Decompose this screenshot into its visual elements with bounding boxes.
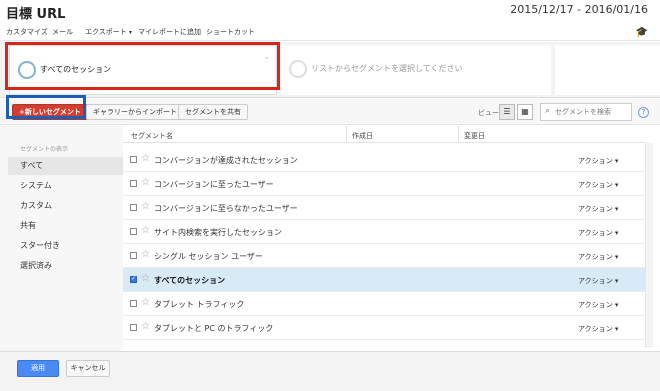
share-segment-button[interactable]: セグメントを共有 [178, 104, 248, 120]
sidebar-heading: セグメントの表示 [20, 146, 69, 153]
segment-filter-sidebar: セグメントの表示 すべて システム カスタム 共有 スター付き 選択済み [0, 126, 123, 351]
row-action-menu[interactable]: アクション ▾ [578, 252, 618, 262]
star-icon[interactable]: ☆ [141, 297, 150, 308]
segment-row-name: コンバージョンに至らなかったユーザー [154, 204, 298, 213]
table-row[interactable]: ☆ シングル セッション ユーザー アクション ▾ [123, 244, 645, 268]
segment-table: セグメント名 作成日 変更日 ☆ コンバージョンが達成されたセッション アクショ… [123, 126, 645, 351]
graduation-cap-icon[interactable]: 🎓 [636, 27, 648, 38]
segment-search-input[interactable] [555, 106, 629, 118]
segment-circle-icon [289, 60, 307, 78]
dialog-footer: 適用 キャンセル [0, 351, 660, 391]
row-checkbox[interactable] [130, 324, 137, 331]
segment-row-name: コンバージョンに至ったユーザー [154, 180, 274, 189]
column-header-name[interactable]: セグメント名 [131, 131, 173, 141]
shortcut-link[interactable]: ショートカット [206, 27, 255, 37]
cancel-button[interactable]: キャンセル [66, 360, 110, 377]
customize-link[interactable]: カスタマイズ [6, 27, 48, 37]
row-checkbox[interactable] [130, 204, 137, 211]
table-row[interactable]: ☆ タブレットと PC のトラフィック アクション ▾ [123, 316, 645, 340]
table-row-selected[interactable]: ☆ すべてのセッション アクション ▾ [123, 268, 645, 292]
new-segment-button[interactable]: +新しいセグメント [12, 104, 88, 120]
row-checkbox[interactable] [130, 228, 137, 235]
row-checkbox-checked[interactable] [130, 275, 137, 283]
star-icon[interactable]: ☆ [141, 273, 150, 284]
page-title: 目標 URL [6, 7, 66, 22]
sidebar-item-all[interactable]: すべて [8, 157, 123, 175]
apply-button[interactable]: 適用 [17, 360, 59, 377]
chevron-down-icon: ▾ [129, 29, 133, 36]
segment-card-empty[interactable]: リストからセグメントを選択してください [281, 45, 551, 95]
chevron-down-icon[interactable]: ⌄ [263, 52, 270, 61]
report-toolbar: カスタマイズ メール エクスポート ▾ マイレポートに追加 ショートカット 🎓 [0, 25, 660, 41]
segment-actions-bar: +新しいセグメント ギャラリーからインポート セグメントを共有 ビュー ☰ ▦ … [0, 99, 660, 125]
table-row[interactable]: ☆ コンバージョンに至ったユーザー アクション ▾ [123, 172, 645, 196]
star-icon[interactable]: ☆ [141, 153, 150, 164]
segment-circle-icon [18, 61, 36, 79]
row-action-menu[interactable]: アクション ▾ [578, 228, 618, 238]
row-action-menu[interactable]: アクション ▾ [578, 300, 618, 310]
row-action-menu[interactable]: アクション ▾ [578, 180, 618, 190]
report-header: 目標 URL 2015/12/17 - 2016/01/16 [0, 0, 660, 22]
segment-row-name: タブレットと PC のトラフィック [154, 324, 274, 333]
table-row[interactable]: ☆ サイト内検索を実行したセッション アクション ▾ [123, 220, 645, 244]
row-action-menu[interactable]: アクション ▾ [578, 204, 618, 214]
table-row[interactable]: ☆ コンバージョンに至らなかったユーザー アクション ▾ [123, 196, 645, 220]
import-gallery-button[interactable]: ギャラリーからインポート [86, 104, 184, 120]
add-to-dashboard-link[interactable]: マイレポートに追加 [138, 27, 201, 37]
segment-search-box[interactable]: ⌕ [540, 103, 632, 121]
segment-row-name: すべてのセッション [154, 276, 226, 285]
row-action-menu[interactable]: アクション ▾ [578, 276, 618, 286]
view-label: ビュー [478, 109, 499, 117]
segment-row-name: コンバージョンが達成されたセッション [154, 156, 298, 165]
row-checkbox[interactable] [130, 252, 137, 259]
table-row[interactable]: ☆ タブレット トラフィック アクション ▾ [123, 292, 645, 316]
row-action-menu[interactable]: アクション ▾ [578, 324, 618, 334]
sidebar-item-starred[interactable]: スター付き [8, 237, 123, 255]
column-divider [458, 126, 459, 143]
star-icon[interactable]: ☆ [141, 177, 150, 188]
segment-row-name: タブレット トラフィック [154, 300, 245, 309]
row-checkbox[interactable] [130, 156, 137, 163]
table-row[interactable]: ☆ コンバージョンが達成されたセッション アクション ▾ [123, 148, 645, 172]
row-checkbox[interactable] [130, 300, 137, 307]
star-icon[interactable]: ☆ [141, 225, 150, 236]
star-icon[interactable]: ☆ [141, 201, 150, 212]
row-checkbox[interactable] [130, 180, 137, 187]
sidebar-item-system[interactable]: システム [8, 177, 123, 195]
star-icon[interactable]: ☆ [141, 249, 150, 260]
sidebar-item-shared[interactable]: 共有 [8, 217, 123, 235]
table-header: セグメント名 作成日 変更日 [123, 126, 645, 143]
row-action-menu[interactable]: アクション ▾ [578, 156, 618, 166]
segment-name: すべてのセッション [40, 65, 112, 74]
column-header-created[interactable]: 作成日 [352, 131, 373, 141]
export-label: エクスポート [85, 28, 127, 36]
email-link[interactable]: メール [52, 27, 73, 37]
segment-card-selected[interactable]: すべてのセッション ⌄ [9, 45, 277, 95]
segment-row-name: サイト内検索を実行したセッション [154, 228, 282, 237]
column-header-modified[interactable]: 変更日 [464, 131, 485, 141]
help-icon[interactable]: ? [638, 107, 649, 118]
sidebar-item-custom[interactable]: カスタム [8, 197, 123, 215]
sidebar-item-selected[interactable]: 選択済み [8, 257, 123, 275]
list-view-icon[interactable]: ☰ [499, 104, 515, 120]
date-range-picker[interactable]: 2015/12/17 - 2016/01/16 [510, 3, 648, 16]
table-scrollbar[interactable] [645, 143, 653, 348]
segment-row-name: シングル セッション ユーザー [154, 252, 263, 261]
segment-bar: すべてのセッション ⌄ リストからセグメントを選択してください [0, 42, 660, 98]
search-icon: ⌕ [545, 106, 551, 116]
segment-card-blank [555, 45, 660, 95]
star-icon[interactable]: ☆ [141, 321, 150, 332]
column-divider [346, 126, 347, 143]
grid-view-icon[interactable]: ▦ [517, 104, 533, 120]
segment-placeholder: リストからセグメントを選択してください [311, 64, 463, 73]
export-menu[interactable]: エクスポート ▾ [85, 27, 132, 37]
